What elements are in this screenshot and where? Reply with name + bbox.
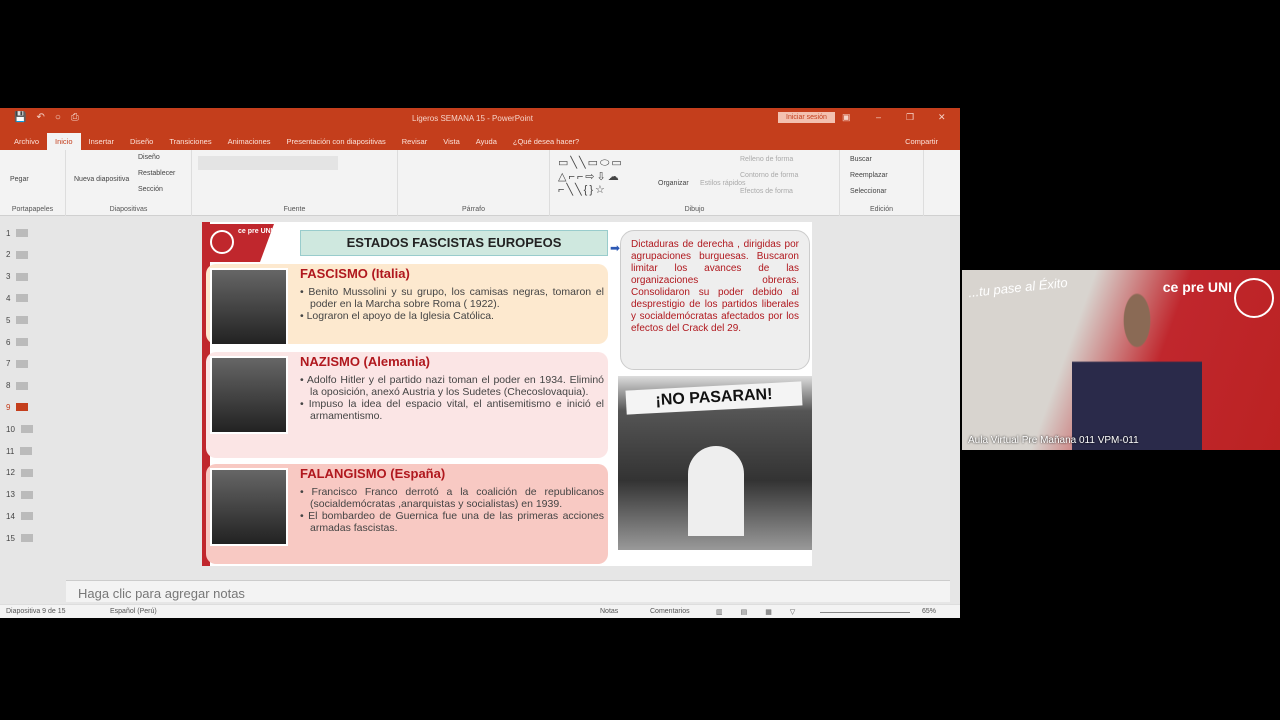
minimize-button[interactable]: – bbox=[876, 112, 881, 122]
slide-thumbnail[interactable]: 8 bbox=[6, 379, 29, 393]
webcam-brand: ce pre UNI bbox=[1162, 279, 1232, 295]
tab-inicio[interactable]: Inicio bbox=[47, 133, 81, 150]
section-nazismo: NAZISMO (Alemania) • Adolfo Hitler y el p… bbox=[206, 352, 608, 458]
bullet: • El bombardeo de Guernica fue una de la… bbox=[300, 510, 605, 534]
bullet: • Benito Mussolini y su grupo, los camis… bbox=[300, 286, 604, 310]
webcam-slogan: ...tu pase al Éxito bbox=[967, 274, 1069, 301]
font-group-label: Fuente bbox=[283, 206, 306, 213]
share-button[interactable]: Compartir bbox=[897, 133, 946, 150]
select-button[interactable]: Seleccionar bbox=[850, 188, 887, 195]
slide-thumbnail[interactable]: 11 bbox=[6, 444, 33, 458]
webcam-feed: ...tu pase al Éxito ce pre UNI Aula Virt… bbox=[962, 270, 1280, 450]
bullet: • Lograron el apoyo de la Iglesia Católi… bbox=[300, 310, 494, 322]
slide-thumbnail[interactable]: 5 bbox=[6, 313, 29, 327]
tab-ayuda[interactable]: Ayuda bbox=[468, 133, 505, 150]
tab-insertar[interactable]: Insertar bbox=[81, 133, 122, 150]
sign-in-button[interactable]: Iniciar sesión bbox=[778, 112, 835, 123]
notes-button[interactable]: Notas bbox=[600, 608, 618, 615]
presenter bbox=[1072, 288, 1202, 450]
section-fascismo: FASCISMO (Italia) • Benito Mussolini y su… bbox=[206, 264, 608, 346]
no-pasaran-photo: ¡NO PASARAN! bbox=[618, 376, 812, 550]
participant-name: Aula Virtual Pre Mañana 011 VPM-011 bbox=[968, 435, 1139, 446]
notes-input[interactable]: Haga clic para agregar notas bbox=[66, 580, 950, 602]
tab-animaciones[interactable]: Animaciones bbox=[220, 133, 279, 150]
section-heading: FASCISMO (Italia) bbox=[300, 266, 410, 281]
title-bar: 💾↶○⎙ Ligeros SEMANA 15 - PowerPoint Inic… bbox=[0, 108, 960, 128]
shape-effects-button[interactable]: Efectos de forma bbox=[740, 188, 793, 195]
hitler-photo bbox=[210, 356, 288, 434]
comments-button[interactable]: Comentarios bbox=[650, 608, 690, 615]
layout-button[interactable]: Diseño bbox=[138, 154, 160, 161]
shape-fill-button[interactable]: Relleno de forma bbox=[740, 156, 793, 163]
status-bar: Diapositiva 9 de 15 Español (Perú) Notas… bbox=[0, 604, 960, 618]
slide-thumbnail[interactable]: 2 bbox=[6, 248, 29, 262]
slide-thumbnail[interactable]: 1 bbox=[6, 226, 29, 240]
slide-thumbnail[interactable]: 7 bbox=[6, 357, 29, 371]
tab-vista[interactable]: Vista bbox=[435, 133, 468, 150]
replace-button[interactable]: Reemplazar bbox=[850, 172, 888, 179]
tab-archivo[interactable]: Archivo bbox=[6, 133, 47, 150]
slide-thumbnail[interactable]: 3 bbox=[6, 270, 29, 284]
new-slide-button[interactable]: Nueva diapositiva bbox=[74, 176, 129, 183]
slide-thumbnail[interactable]: 10 bbox=[6, 422, 33, 436]
tab-transiciones[interactable]: Transiciones bbox=[161, 133, 219, 150]
tab-presentacion[interactable]: Presentación con diapositivas bbox=[279, 133, 394, 150]
section-button[interactable]: Sección bbox=[138, 186, 163, 193]
slide-thumbnail[interactable]: 4 bbox=[6, 291, 29, 305]
reset-button[interactable]: Restablecer bbox=[138, 170, 175, 177]
slide-thumbnail[interactable]: 9 bbox=[6, 400, 29, 414]
zoom-level[interactable]: 65% bbox=[922, 608, 936, 615]
shapes-gallery[interactable]: ▭╲╲▭⬭▭ △⌐⌐⇨⇩☁ ⌐╲╲{}☆ bbox=[558, 156, 624, 196]
slide-title: ESTADOS FASCISTAS EUROPEOS bbox=[300, 230, 608, 256]
mussolini-photo bbox=[210, 268, 288, 346]
window-title: Ligeros SEMANA 15 - PowerPoint bbox=[412, 114, 533, 123]
slides-group-label: Diapositivas bbox=[109, 206, 148, 213]
slide[interactable]: ce pre UNI ESTADOS FASCISTAS EUROPEOS ➡ … bbox=[202, 222, 812, 566]
tab-revisar[interactable]: Revisar bbox=[394, 133, 435, 150]
slide-thumbnail[interactable]: 6 bbox=[6, 335, 29, 349]
ribbon-tabs: Archivo Inicio Insertar Diseño Transicio… bbox=[0, 128, 960, 150]
slide-thumbnail[interactable]: 13 bbox=[6, 488, 33, 502]
note-box: Dictaduras de derecha , dirigidas por ag… bbox=[620, 230, 810, 370]
zoom-slider[interactable] bbox=[820, 612, 910, 613]
cepreuni-logo: ce pre UNI bbox=[204, 224, 274, 262]
quick-styles-button[interactable]: Estilos rápidos bbox=[700, 180, 746, 187]
find-button[interactable]: Buscar bbox=[850, 156, 872, 163]
section-heading: FALANGISMO (España) bbox=[300, 466, 446, 481]
slide-thumbnails-panel: 1 2 3 4 5 6 7 8 9 10 11 12 13 14 15 bbox=[0, 216, 62, 580]
slide-thumbnail[interactable]: 15 bbox=[6, 531, 33, 545]
bullet: • Francisco Franco derrotó a la coalició… bbox=[300, 486, 605, 510]
arrow-icon: ➡ bbox=[610, 241, 621, 255]
close-button[interactable]: ✕ bbox=[938, 112, 946, 123]
language-indicator[interactable]: Español (Perú) bbox=[110, 608, 157, 615]
view-buttons[interactable]: ▥▤▦▽ bbox=[716, 608, 813, 616]
paste-button[interactable]: Pegar bbox=[10, 176, 29, 183]
shape-outline-button[interactable]: Contorno de forma bbox=[740, 172, 798, 179]
editing-group-label: Edición bbox=[870, 206, 893, 213]
tab-diseno[interactable]: Diseño bbox=[122, 133, 161, 150]
ribbon: Pegar Portapapeles Nueva diapositiva Dise… bbox=[0, 150, 960, 216]
bullet: • Impuso la idea del espacio vital, el a… bbox=[300, 398, 605, 422]
clipboard-group-label: Portapapeles bbox=[11, 206, 54, 213]
uni-seal-icon bbox=[1234, 278, 1274, 318]
ribbon-display-icon[interactable]: ▣ bbox=[842, 112, 851, 123]
banner-text: ¡NO PASARAN! bbox=[625, 381, 803, 415]
slide-thumbnail[interactable]: 12 bbox=[6, 466, 33, 480]
section-falangismo: FALANGISMO (España) • Francisco Franco de… bbox=[206, 464, 608, 564]
slide-counter: Diapositiva 9 de 15 bbox=[6, 608, 66, 615]
slide-thumbnail[interactable]: 14 bbox=[6, 509, 33, 523]
bullet: • Adolfo Hitler y el partido nazi toman … bbox=[300, 374, 605, 398]
font-name-select[interactable] bbox=[198, 156, 338, 170]
franco-photo bbox=[210, 468, 288, 546]
maximize-button[interactable]: ❐ bbox=[906, 112, 914, 123]
drawing-group-label: Dibujo bbox=[684, 206, 705, 213]
tell-me-search[interactable]: ¿Qué desea hacer? bbox=[505, 133, 587, 150]
quick-access-toolbar[interactable]: 💾↶○⎙ bbox=[14, 112, 89, 123]
arrange-button[interactable]: Organizar bbox=[658, 180, 689, 187]
section-heading: NAZISMO (Alemania) bbox=[300, 354, 431, 369]
paragraph-group-label: Párrafo bbox=[462, 206, 485, 213]
